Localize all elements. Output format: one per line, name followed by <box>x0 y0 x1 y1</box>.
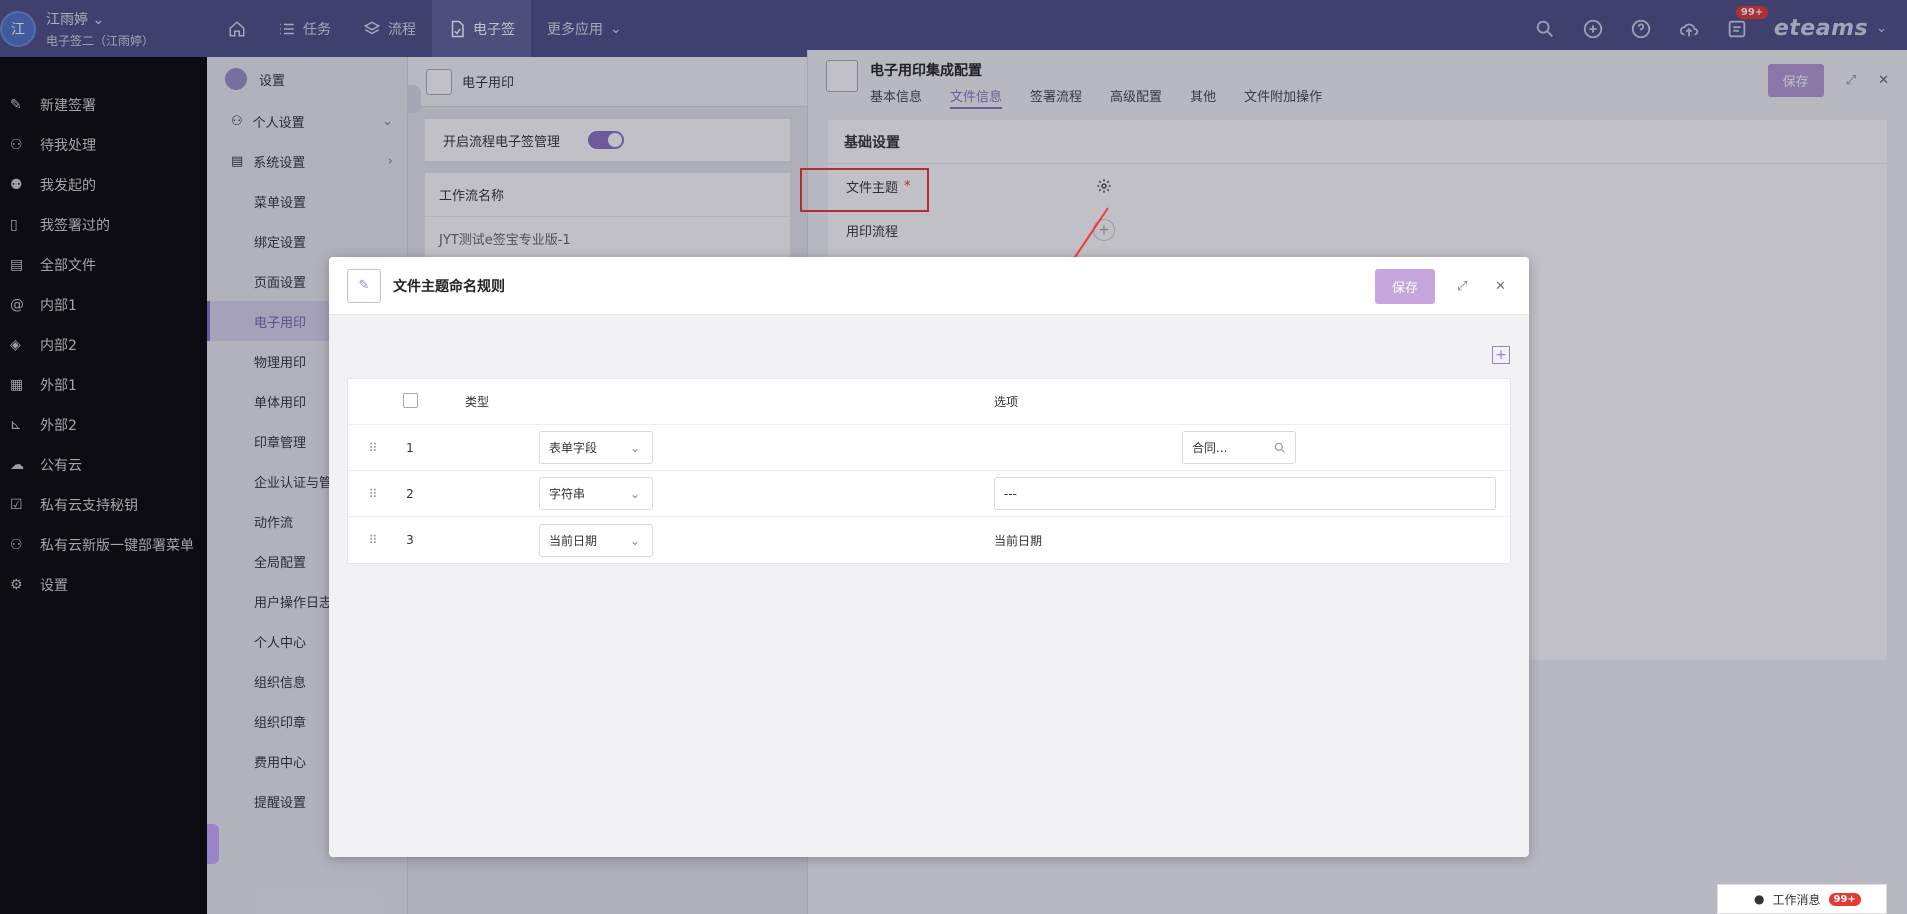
message-badge: 99+ <box>1828 892 1861 906</box>
field-browse-input[interactable]: 合同... <box>1182 431 1296 464</box>
drag-handle-icon[interactable]: ⠿ <box>348 441 398 455</box>
modal-save-button[interactable]: 保存 <box>1374 269 1435 304</box>
column-header-option: 选项 <box>994 395 1019 409</box>
type-select[interactable]: 表单字段 ⌄ <box>539 431 653 464</box>
chevron-down-icon: ⌄ <box>630 533 641 548</box>
table-header: 类型 选项 <box>348 379 1510 425</box>
string-value: --- <box>1004 486 1017 501</box>
select-all-checkbox[interactable] <box>402 392 418 408</box>
table-row: ⠿ 1 表单字段 ⌄ 合同... <box>348 425 1510 471</box>
type-select-value: 表单字段 <box>549 441 598 455</box>
column-header-type: 类型 <box>465 395 490 409</box>
drag-handle-icon[interactable]: ⠿ <box>348 533 398 547</box>
rule-table: 类型 选项 ⠿ 1 表单字段 ⌄ 合同... ⠿ 2 字符串 ⌄ --- ⠿ 3 当… <box>347 378 1511 564</box>
drag-handle-icon[interactable]: ⠿ <box>348 487 398 501</box>
chevron-down-icon: ⌄ <box>630 441 641 455</box>
modal-title: 文件主题命名规则 <box>393 278 505 295</box>
type-select-value: 字符串 <box>549 487 586 501</box>
row-number: 2 <box>406 486 414 501</box>
chat-icon: ● <box>1754 892 1765 906</box>
search-icon <box>1274 442 1286 454</box>
close-icon[interactable]: ✕ <box>1495 279 1511 295</box>
row-number: 1 <box>406 440 414 455</box>
table-row: ⠿ 3 当前日期 ⌄ 当前日期 <box>348 517 1510 563</box>
modal-header: ✎ 文件主题命名规则 保存 ⤢ ✕ <box>329 257 1529 315</box>
expand-icon[interactable]: ⤢ <box>1457 279 1473 295</box>
work-message-bar[interactable]: ● 工作消息 99+ <box>1717 884 1887 914</box>
type-select[interactable]: 字符串 ⌄ <box>539 477 653 510</box>
document-icon: ✎ <box>347 268 381 303</box>
browse-value: 合同... <box>1192 441 1228 455</box>
option-text: 当前日期 <box>994 533 1043 548</box>
message-label: 工作消息 <box>1772 892 1821 907</box>
type-select[interactable]: 当前日期 ⌄ <box>539 523 653 557</box>
sidebar-toggle-handle[interactable] <box>207 824 219 864</box>
type-select-value: 当前日期 <box>549 533 598 548</box>
string-input[interactable]: --- <box>994 477 1496 510</box>
naming-rule-modal: ✎ 文件主题命名规则 保存 ⤢ ✕ + 类型 选项 ⠿ 1 表单字段 ⌄ 合同..… <box>329 257 1529 857</box>
chevron-down-icon: ⌄ <box>630 487 641 501</box>
row-number: 3 <box>406 533 414 547</box>
add-row-button[interactable]: + <box>1492 346 1510 364</box>
table-row: ⠿ 2 字符串 ⌄ --- <box>348 471 1510 517</box>
